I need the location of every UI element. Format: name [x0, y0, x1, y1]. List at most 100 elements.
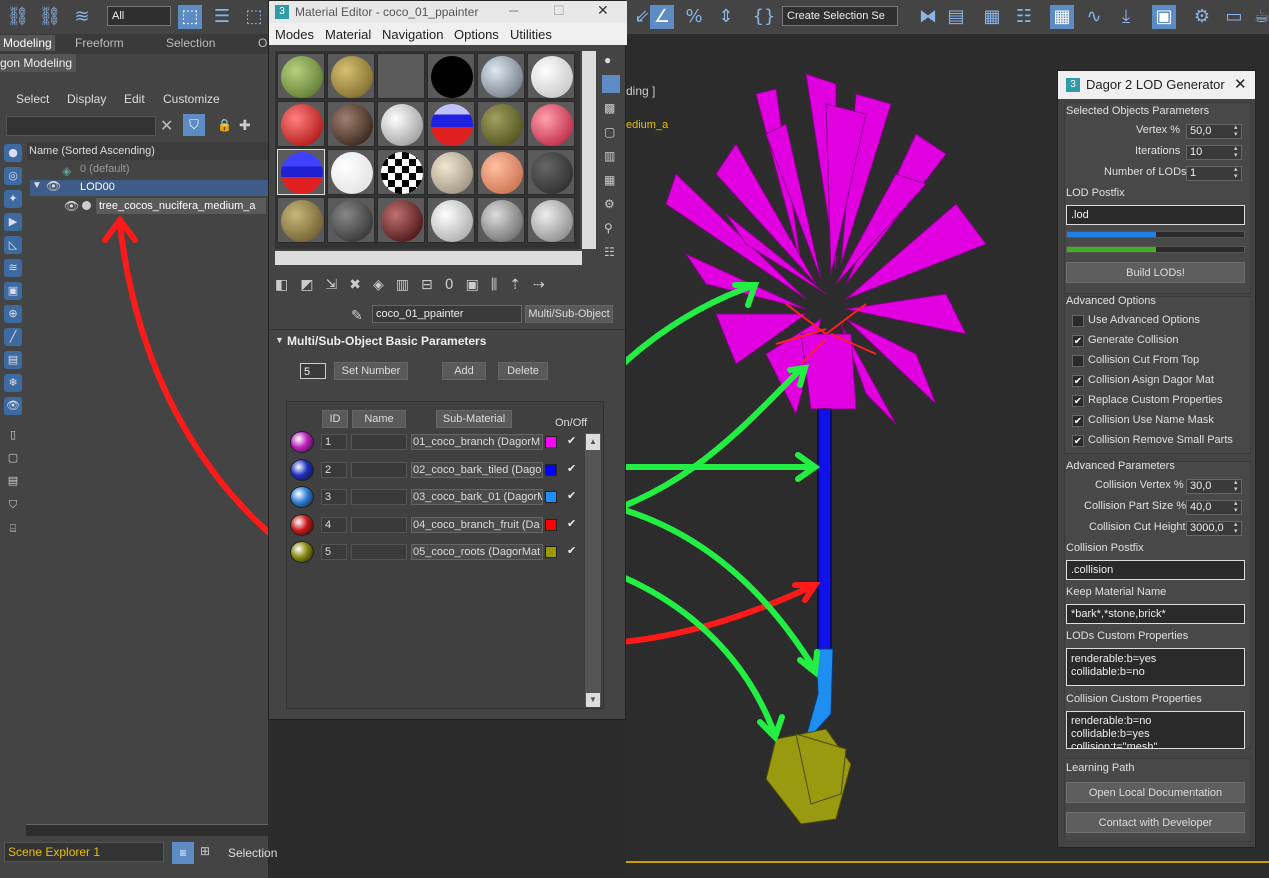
set-number-button[interactable]: Set Number — [334, 362, 408, 380]
vertex-spinner[interactable]: 50,0 — [1186, 124, 1242, 139]
lod-postfix-input[interactable]: .lod — [1066, 205, 1245, 225]
material-preview-ball[interactable] — [290, 431, 314, 453]
material-id-field[interactable]: 4 — [321, 516, 347, 533]
sample-slot[interactable] — [427, 149, 475, 195]
menu-options[interactable]: Options — [454, 27, 499, 42]
material-id-field[interactable]: 1 — [321, 434, 347, 450]
backlight-icon[interactable] — [602, 75, 620, 93]
collision-vertex-spinner[interactable]: 30,0 — [1186, 479, 1242, 494]
scroll-up-icon[interactable]: ▲ — [586, 434, 600, 450]
sample-slot-active[interactable] — [277, 149, 325, 195]
make-unique-icon[interactable]: ▥ — [396, 277, 421, 293]
material-name-field[interactable] — [351, 434, 407, 450]
sample-slot[interactable] — [327, 149, 375, 195]
submaterial-button[interactable]: 04_coco_branch_fruit (Da — [411, 516, 543, 533]
material-id-field[interactable]: 5 — [321, 544, 347, 560]
rollout-collapse-icon[interactable]: ▼ — [275, 335, 284, 345]
sample-slot[interactable] — [277, 197, 325, 243]
onoff-checkbox[interactable]: ✔ — [567, 489, 576, 502]
reset-map-icon[interactable]: ✖ — [349, 277, 373, 293]
close-icon[interactable]: ✕ — [1234, 75, 1247, 93]
sample-slot[interactable] — [377, 149, 425, 195]
show-shaded-icon[interactable]: ▣ — [466, 277, 491, 293]
sample-slot[interactable] — [277, 53, 325, 99]
num-lods-spinner[interactable]: 1 — [1186, 166, 1242, 181]
select-by-material-icon[interactable]: ⚲ — [604, 221, 613, 235]
slots-horizontal-scrollbar[interactable] — [275, 251, 582, 265]
add-button[interactable]: Add — [442, 362, 486, 380]
sample-slot[interactable] — [527, 101, 575, 147]
material-name-field[interactable] — [351, 461, 407, 478]
material-color-swatch[interactable] — [545, 546, 557, 558]
sample-slot[interactable] — [477, 197, 525, 243]
material-color-swatch[interactable] — [545, 463, 557, 476]
option-checkbox[interactable] — [1072, 355, 1084, 367]
collision-custom-props-textarea[interactable]: renderable:b=no collidable:b=yes collisi… — [1066, 711, 1245, 749]
sample-slot[interactable] — [527, 149, 575, 195]
lod-generator-titlebar[interactable]: Dagor 2 LOD Generator — [1058, 71, 1255, 99]
material-type-button[interactable]: Multi/Sub-Object — [525, 305, 613, 323]
material-name-field[interactable]: coco_01_ppainter — [372, 305, 522, 323]
sample-slot[interactable] — [327, 197, 375, 243]
delete-button[interactable]: Delete — [498, 362, 548, 380]
put-to-library-icon[interactable]: ⊟ — [421, 277, 445, 293]
material-editor-titlebar[interactable]: Material Editor - coco_01_ppainter — [269, 1, 627, 23]
id-column-header[interactable]: ID — [322, 410, 348, 428]
go-forward-sibling-icon[interactable]: ⇢ — [533, 277, 557, 293]
sample-slot[interactable] — [377, 197, 425, 243]
sample-type-icon[interactable]: ● — [604, 53, 611, 67]
collision-cut-height-spinner[interactable]: 3000,0 — [1186, 521, 1242, 536]
put-to-scene-icon[interactable]: ◩ — [300, 277, 325, 293]
sample-slot[interactable] — [527, 197, 575, 243]
material-preview-ball[interactable] — [290, 486, 314, 508]
menu-navigation[interactable]: Navigation — [382, 27, 443, 42]
sample-slot[interactable] — [327, 101, 375, 147]
option-checkbox[interactable] — [1072, 315, 1084, 327]
menu-material[interactable]: Material — [325, 27, 371, 42]
sample-slot[interactable] — [377, 101, 425, 147]
eyedropper-icon[interactable]: ✎ — [351, 307, 363, 324]
collision-part-size-spinner[interactable]: 40,0 — [1186, 500, 1242, 515]
sample-slot[interactable] — [377, 53, 425, 99]
video-color-check-icon[interactable]: ▥ — [604, 149, 615, 163]
make-preview-icon[interactable]: ▦ — [604, 173, 615, 187]
sample-slot[interactable] — [427, 197, 475, 243]
sample-slot[interactable] — [277, 101, 325, 147]
material-preview-ball[interactable] — [290, 513, 314, 536]
maximize-icon[interactable]: ☐ — [553, 3, 565, 19]
options-icon[interactable]: ⚙ — [604, 197, 615, 211]
menu-modes[interactable]: Modes — [275, 27, 314, 42]
sample-slot[interactable] — [327, 53, 375, 99]
onoff-checkbox[interactable]: ✔ — [567, 434, 576, 447]
scroll-down-icon[interactable]: ▼ — [586, 693, 600, 707]
material-name-field[interactable] — [351, 489, 407, 505]
rollout-title[interactable]: Multi/Sub-Object Basic Parameters — [287, 334, 486, 348]
assign-to-selection-icon[interactable]: ⇲ — [325, 277, 349, 293]
onoff-checkbox[interactable]: ✔ — [567, 544, 576, 557]
sample-slot[interactable] — [427, 101, 475, 147]
lods-custom-props-textarea[interactable]: renderable:b=yes collidable:b=no — [1066, 648, 1245, 686]
option-checkbox[interactable]: ✔ — [1072, 415, 1084, 427]
material-preview-ball[interactable] — [290, 458, 314, 481]
submaterial-button[interactable]: 01_coco_branch (DagorM — [411, 434, 543, 450]
show-end-result-icon[interactable]: ⫼ — [491, 277, 509, 293]
sample-slot[interactable] — [427, 53, 475, 99]
option-checkbox[interactable]: ✔ — [1072, 375, 1084, 387]
submaterial-column-header[interactable]: Sub-Material — [436, 410, 512, 428]
onoff-checkbox[interactable]: ✔ — [567, 517, 576, 530]
option-checkbox[interactable]: ✔ — [1072, 395, 1084, 407]
sample-slot[interactable] — [527, 53, 575, 99]
material-id-field[interactable]: 3 — [321, 489, 347, 505]
material-name-field[interactable] — [351, 516, 407, 533]
material-color-swatch[interactable] — [545, 436, 557, 448]
sample-uv-icon[interactable]: ▢ — [604, 125, 615, 139]
slots-vertical-scrollbar[interactable] — [582, 51, 596, 249]
go-to-parent-icon[interactable]: ⇡ — [509, 277, 533, 293]
onoff-checkbox[interactable]: ✔ — [567, 462, 576, 475]
keep-material-input[interactable]: *bark*,*stone,brick* — [1066, 604, 1245, 624]
name-column-header[interactable]: Name — [352, 410, 406, 428]
submaterial-button[interactable]: 02_coco_bark_tiled (Dago — [411, 461, 543, 478]
background-icon[interactable]: ▩ — [604, 101, 615, 115]
contact-developer-button[interactable]: Contact with Developer — [1066, 812, 1245, 833]
material-id-field[interactable]: 2 — [321, 461, 347, 478]
